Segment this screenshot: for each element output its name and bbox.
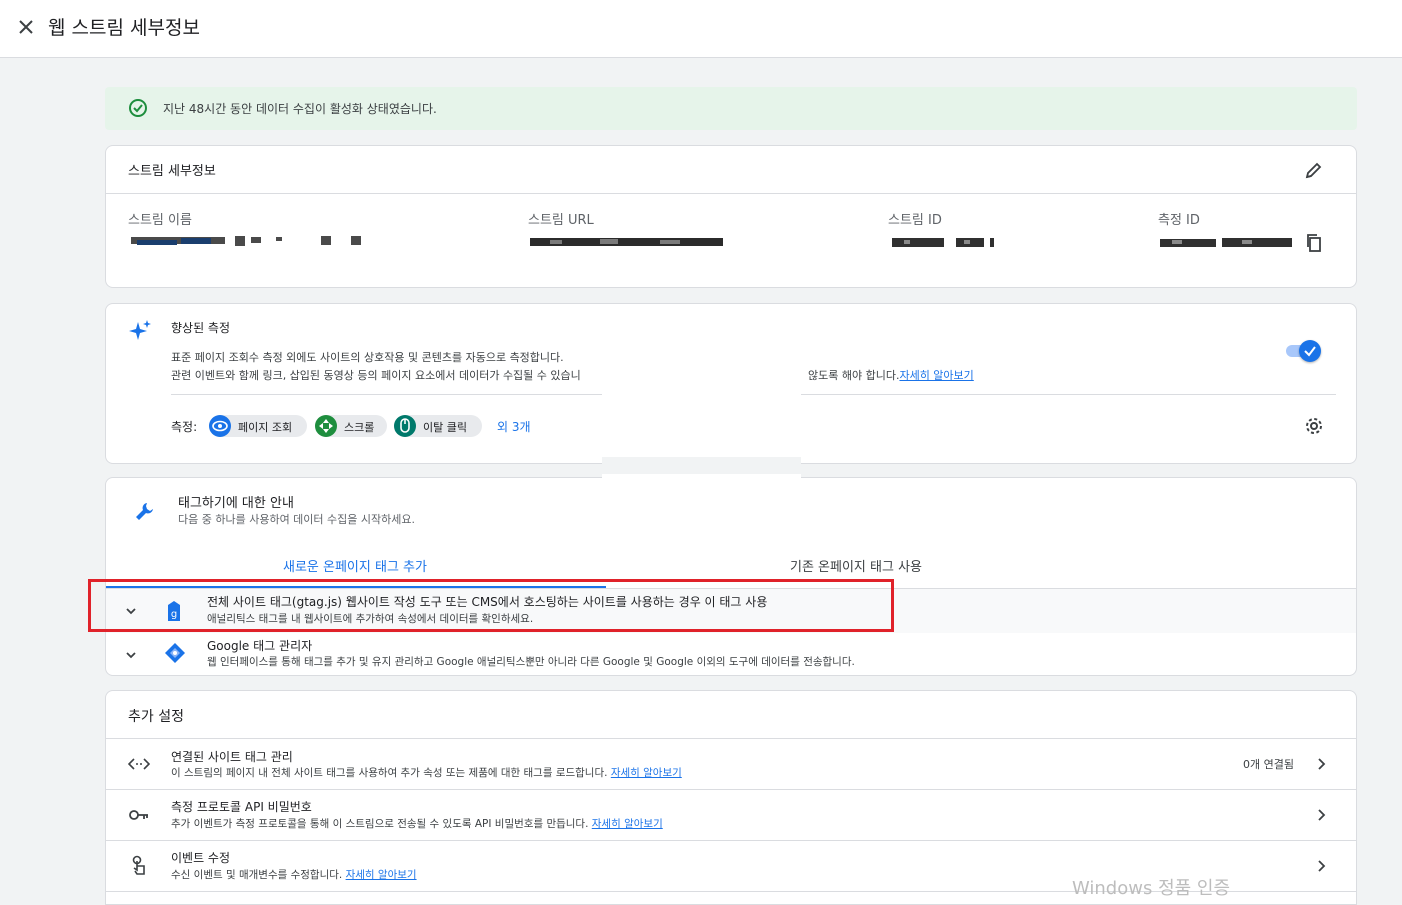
tagging-title: 태그하기에 대한 안내 bbox=[178, 496, 294, 511]
toggle-knob bbox=[1299, 340, 1321, 362]
additional-settings-title: 추가 설정 bbox=[128, 709, 184, 725]
row-desc-wrap: 이 스트림의 페이지 내 전체 사이트 태그를 사용하여 추가 속성 또는 제품… bbox=[171, 765, 682, 780]
learn-more-link[interactable]: 자세히 알아보기 bbox=[611, 767, 682, 779]
enhanced-desc-line2b: 않도록 해야 합니다.자세히 알아보기 bbox=[808, 367, 974, 383]
additional-settings-card: 추가 설정 연결된 사이트 태그 관리 이 스트림의 페이지 내 전체 사이트 … bbox=[105, 690, 1357, 905]
settings-row-mp-api-secret[interactable]: 측정 프로토콜 API 비밀번호 추가 이벤트가 측정 프로토콜을 통해 이 스… bbox=[106, 790, 1356, 840]
stream-id-label: 스트림 ID bbox=[888, 213, 942, 228]
stream-url-label: 스트림 URL bbox=[528, 213, 594, 228]
edit-pencil-icon[interactable] bbox=[1304, 160, 1324, 183]
chip-label: 이탈 클릭 bbox=[423, 421, 467, 434]
gear-icon[interactable] bbox=[1304, 416, 1324, 439]
chip-scroll[interactable]: 스크롤 bbox=[315, 415, 387, 437]
chevron-right-icon[interactable] bbox=[1314, 808, 1328, 822]
stream-details-title: 스트림 세부정보 bbox=[128, 164, 216, 179]
wrench-icon bbox=[133, 500, 157, 527]
status-banner: 지난 48시간 동안 데이터 수집이 활성화 상태였습니다. bbox=[105, 87, 1357, 130]
enhanced-desc-line2a: 관련 이벤트와 함께 링크, 삽입된 동영상 등의 페이지 요소에서 데이터가 … bbox=[171, 369, 581, 382]
key-icon bbox=[128, 807, 150, 826]
enhanced-toggle[interactable] bbox=[1286, 340, 1321, 362]
row-desc: 이 스트림의 페이지 내 전체 사이트 태그를 사용하여 추가 속성 또는 제품… bbox=[171, 767, 608, 779]
top-bar: 웹 스트림 세부정보 bbox=[0, 0, 1402, 58]
tagging-subtitle: 다음 중 하나를 사용하여 데이터 수집을 시작하세요. bbox=[178, 513, 415, 526]
gtm-icon bbox=[163, 641, 187, 668]
chip-label: 페이지 조회 bbox=[238, 421, 293, 434]
row-desc-wrap: 추가 이벤트가 측정 프로토콜을 통해 이 스트림으로 전송될 수 있도록 AP… bbox=[171, 816, 663, 831]
linked-count-badge: 0개 연결됨 bbox=[1243, 758, 1294, 771]
check-circle-icon bbox=[128, 98, 148, 121]
row-title: 이벤트 수정 bbox=[171, 851, 231, 865]
measure-label: 측정: bbox=[171, 420, 198, 434]
learn-more-link[interactable]: 자세히 알아보기 bbox=[592, 818, 663, 830]
chevron-right-icon[interactable] bbox=[1314, 859, 1328, 873]
sparkle-icon bbox=[128, 319, 152, 344]
row-desc: 수신 이벤트 및 매개변수를 수정합니다. bbox=[171, 869, 343, 881]
enhanced-title: 향상된 측정 bbox=[171, 321, 231, 335]
stream-url-value bbox=[530, 236, 723, 250]
highlight-box bbox=[88, 579, 894, 632]
chip-page-view[interactable]: 페이지 조회 bbox=[209, 415, 307, 437]
row-title: 측정 프로토콜 API 비밀번호 bbox=[171, 800, 312, 814]
redaction-overlay bbox=[602, 360, 801, 478]
tab-new-onpage-tag[interactable]: 새로운 온페이지 태그 추가 bbox=[283, 556, 427, 575]
chevron-down-icon[interactable] bbox=[124, 648, 138, 665]
tab-existing-onpage-tag[interactable]: 기존 온페이지 태그 사용 bbox=[790, 556, 922, 575]
option-desc: 웹 인터페이스를 통해 태그를 추가 및 유지 관리하고 Google 애널리틱… bbox=[207, 656, 855, 668]
touch-hand-icon bbox=[130, 855, 148, 880]
enhanced-desc-line2b-text: 않도록 해야 합니다. bbox=[808, 369, 900, 382]
row-desc: 추가 이벤트가 측정 프로토콜을 통해 이 스트림으로 전송될 수 있도록 AP… bbox=[171, 818, 589, 830]
tagging-guide-card: 태그하기에 대한 안내 다음 중 하나를 사용하여 데이터 수집을 시작하세요.… bbox=[105, 477, 1357, 676]
copy-icon[interactable] bbox=[1304, 233, 1324, 256]
settings-row-linked-tags[interactable]: 연결된 사이트 태그 관리 이 스트림의 페이지 내 전체 사이트 태그를 사용… bbox=[106, 739, 1356, 789]
redaction-band bbox=[602, 457, 801, 474]
stream-id-value bbox=[892, 236, 994, 250]
chip-label: 스크롤 bbox=[344, 421, 375, 434]
banner-text: 지난 48시간 동안 데이터 수집이 활성화 상태였습니다. bbox=[163, 102, 437, 116]
enhanced-desc-line1: 표준 페이지 조회수 측정 외에도 사이트의 상호작용 및 콘텐츠를 자동으로 … bbox=[171, 351, 564, 364]
close-icon[interactable] bbox=[16, 17, 36, 37]
stream-name-label: 스트림 이름 bbox=[128, 213, 192, 228]
row-desc-wrap: 수신 이벤트 및 매개변수를 수정합니다. 자세히 알아보기 bbox=[171, 867, 417, 882]
enhanced-learn-more-link[interactable]: 자세히 알아보기 bbox=[899, 369, 973, 382]
option-title: Google 태그 관리자 bbox=[207, 639, 313, 653]
scroll-icon bbox=[315, 415, 337, 437]
page-title: 웹 스트림 세부정보 bbox=[48, 17, 200, 39]
row-title: 연결된 사이트 태그 관리 bbox=[171, 750, 293, 764]
stream-details-card: 스트림 세부정보 스트림 이름 스트림 URL 스트림 ID 측정 ID bbox=[105, 145, 1357, 288]
code-arrows-icon bbox=[127, 756, 151, 775]
measurement-id-label: 측정 ID bbox=[1158, 213, 1200, 228]
more-measures-link[interactable]: 외 3개 bbox=[497, 418, 531, 435]
eye-icon bbox=[209, 415, 231, 437]
measurement-id-value bbox=[1160, 236, 1292, 250]
tag-option-gtm[interactable]: Google 태그 관리자 웹 인터페이스를 통해 태그를 추가 및 유지 관리… bbox=[106, 633, 1356, 675]
chevron-right-icon[interactable] bbox=[1314, 757, 1328, 771]
learn-more-link[interactable]: 자세히 알아보기 bbox=[346, 869, 417, 881]
windows-watermark: Windows 정품 인증 bbox=[1072, 878, 1231, 899]
divider bbox=[106, 193, 1356, 194]
chip-outbound-click[interactable]: 이탈 클릭 bbox=[394, 415, 482, 437]
mouse-icon bbox=[394, 415, 416, 437]
stream-name-value bbox=[131, 234, 363, 248]
